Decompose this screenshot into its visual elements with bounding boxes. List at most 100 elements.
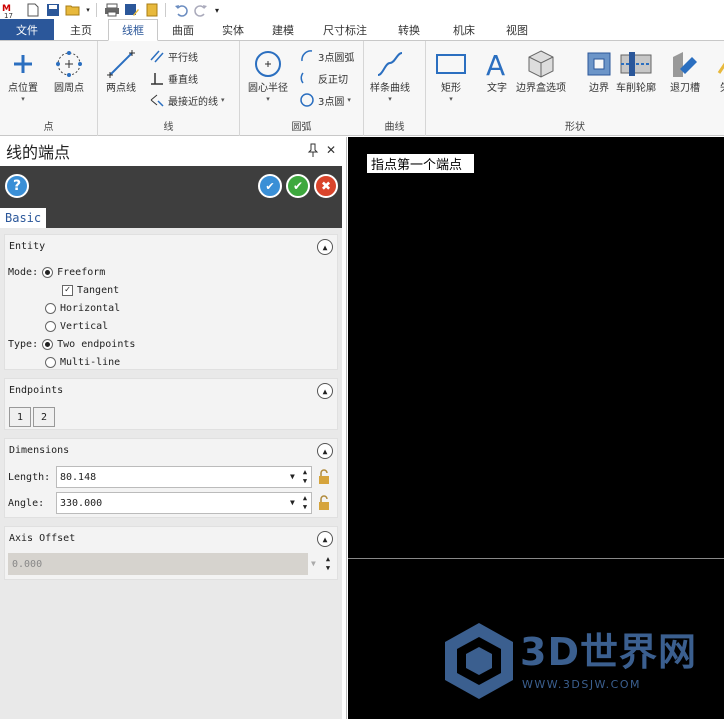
panel-title: 线的端点 bbox=[6, 143, 71, 162]
perpendicular-icon bbox=[148, 69, 166, 87]
watermark-subtext: WWW.3DSJW.COM bbox=[522, 678, 641, 691]
chevron-down-icon: ▾ bbox=[221, 96, 225, 104]
two-point-line-button[interactable]: 两点线 bbox=[104, 47, 138, 95]
ok-and-create-new-button[interactable]: ✔ bbox=[258, 174, 282, 198]
spline-curve-button[interactable]: 样条曲线 ▾ bbox=[370, 47, 410, 103]
collapse-icon[interactable]: ▲ bbox=[317, 443, 333, 459]
lock-icon[interactable] bbox=[318, 469, 330, 485]
new-file-icon[interactable] bbox=[24, 1, 42, 19]
tab-view[interactable]: 视图 bbox=[492, 19, 542, 40]
rectangle-icon bbox=[434, 47, 468, 81]
tab-file[interactable]: 文件 bbox=[0, 19, 54, 40]
ok-button[interactable]: ✔ bbox=[286, 174, 310, 198]
collapse-icon[interactable]: ▲ bbox=[317, 383, 333, 399]
entity-section: Entity ▲ Mode: Freeform ✓ Tangent Horizo… bbox=[4, 234, 338, 370]
vertical-radio[interactable] bbox=[45, 321, 56, 332]
angle-spinner[interactable]: ▲ ▼ bbox=[298, 494, 312, 512]
groove-button[interactable]: 退刀槽 bbox=[668, 47, 702, 95]
tangent-arc-icon bbox=[298, 69, 316, 87]
properties-icon[interactable] bbox=[143, 1, 161, 19]
tangent-checkbox[interactable]: ✓ bbox=[62, 285, 73, 296]
watermark-text: 3D世界网 bbox=[520, 630, 697, 674]
boundary-button[interactable]: 边界 bbox=[582, 47, 616, 95]
collapse-icon[interactable]: ▲ bbox=[317, 239, 333, 255]
lock-icon[interactable] bbox=[318, 495, 330, 511]
reverse-tangent-button[interactable]: 反正切 bbox=[298, 69, 348, 87]
angle-input[interactable]: 330.000 bbox=[56, 492, 312, 514]
tab-transform[interactable]: 转换 bbox=[382, 19, 436, 40]
circle-radius-icon bbox=[251, 47, 285, 81]
turn-profile-icon bbox=[619, 47, 653, 81]
spline-icon bbox=[373, 47, 407, 81]
length-spinner[interactable]: ▲ ▼ bbox=[298, 468, 312, 486]
axis-offset-section: Axis Offset ▲ 0.000 ▼ ▲ ▼ bbox=[4, 526, 338, 580]
three-point-arc-button[interactable]: 3点圆弧 bbox=[298, 47, 354, 65]
toolbar-separator bbox=[96, 3, 97, 17]
group-label-line: 线 bbox=[163, 122, 174, 133]
close-icon[interactable]: ✕ bbox=[324, 143, 338, 159]
closest-line-icon bbox=[148, 91, 166, 109]
chevron-down-icon: ▾ bbox=[347, 96, 351, 104]
save-icon[interactable] bbox=[44, 1, 62, 19]
circle-center-radius-button[interactable]: 圆心半径 ▾ bbox=[248, 47, 288, 103]
arc-icon bbox=[298, 47, 316, 65]
tab-home[interactable]: 主页 bbox=[54, 19, 108, 40]
watermark-logo-icon bbox=[445, 623, 513, 699]
save-as-icon[interactable] bbox=[123, 1, 141, 19]
closest-line-button[interactable]: 最接近的线 ▾ bbox=[148, 91, 225, 109]
undo-icon[interactable] bbox=[172, 1, 190, 19]
horizontal-radio[interactable] bbox=[45, 303, 56, 314]
print-icon[interactable] bbox=[103, 1, 121, 19]
tab-drafting[interactable]: 尺寸标注 bbox=[308, 19, 382, 40]
endpoints-section: Endpoints ▲ 1 2 bbox=[4, 378, 338, 430]
arrow-button[interactable]: 矢 bbox=[708, 47, 724, 95]
endpoint-1-button[interactable]: 1 bbox=[9, 407, 31, 427]
rectangle-button[interactable]: 矩形 ▾ bbox=[434, 47, 468, 103]
three-point-circle-button[interactable]: 3点圆 ▾ bbox=[298, 91, 351, 109]
tab-surfaces[interactable]: 曲面 bbox=[158, 19, 208, 40]
watermark: 3D世界网 WWW.3DSJW.COM bbox=[440, 621, 724, 701]
tab-model-prep[interactable]: 建模 bbox=[258, 19, 308, 40]
dropdown-caret-icon[interactable]: ▾ bbox=[84, 1, 92, 19]
section-title: Endpoints bbox=[9, 385, 64, 396]
open-folder-icon[interactable] bbox=[64, 1, 82, 19]
circle-points-button[interactable]: 圆周点 bbox=[52, 47, 86, 95]
cube-icon bbox=[524, 47, 558, 81]
freeform-radio[interactable] bbox=[42, 267, 54, 278]
point-position-button[interactable]: 点位置 ▾ bbox=[6, 47, 40, 103]
tab-basic[interactable]: Basic bbox=[0, 208, 46, 228]
endpoint-2-button[interactable]: 2 bbox=[33, 407, 55, 427]
customize-toolbar-icon[interactable]: ▾ bbox=[212, 1, 222, 19]
app-logo: M 17 bbox=[0, 0, 22, 20]
circle-points-icon bbox=[52, 47, 86, 81]
tab-solids[interactable]: 实体 bbox=[208, 19, 258, 40]
pin-icon[interactable] bbox=[306, 143, 320, 159]
multi-line-radio[interactable] bbox=[45, 357, 56, 368]
length-input[interactable]: 80.148 bbox=[56, 466, 312, 488]
angle-dropdown-icon[interactable]: ▼ bbox=[290, 498, 295, 507]
graphics-viewport[interactable]: 指点第一个端点 3D世界网 WWW.3DSJW.COM bbox=[348, 137, 724, 719]
svg-text:A: A bbox=[486, 49, 505, 79]
mode-row: Mode: Freeform bbox=[8, 267, 106, 278]
help-button[interactable]: ? bbox=[5, 174, 29, 198]
plus-point-icon bbox=[6, 47, 40, 81]
length-dropdown-icon[interactable]: ▼ bbox=[290, 472, 295, 481]
text-button[interactable]: A 文字 bbox=[480, 47, 514, 95]
turn-profile-button[interactable]: 车削轮廓 bbox=[616, 47, 656, 95]
redo-icon[interactable] bbox=[192, 1, 210, 19]
two-endpoints-radio[interactable] bbox=[42, 339, 54, 350]
parallel-line-button[interactable]: 平行线 bbox=[148, 47, 198, 65]
parallel-lines-icon bbox=[148, 47, 166, 65]
collapse-icon[interactable]: ▲ bbox=[317, 531, 333, 547]
horizontal-row: Horizontal bbox=[45, 303, 120, 314]
bounding-box-button[interactable]: 边界盒选项 bbox=[516, 47, 566, 95]
ribbon-group-point: 点位置 ▾ 圆周点 点 bbox=[0, 41, 98, 136]
letter-a-icon: A bbox=[480, 47, 514, 81]
groove-icon bbox=[668, 47, 702, 81]
group-label-shape: 形状 bbox=[565, 122, 585, 133]
perpendicular-line-button[interactable]: 垂直线 bbox=[148, 69, 198, 87]
cancel-button[interactable]: ✖ bbox=[314, 174, 338, 198]
tab-machine[interactable]: 机床 bbox=[436, 19, 492, 40]
tab-wireframe[interactable]: 线框 bbox=[108, 19, 158, 41]
section-title: Entity bbox=[9, 241, 46, 252]
